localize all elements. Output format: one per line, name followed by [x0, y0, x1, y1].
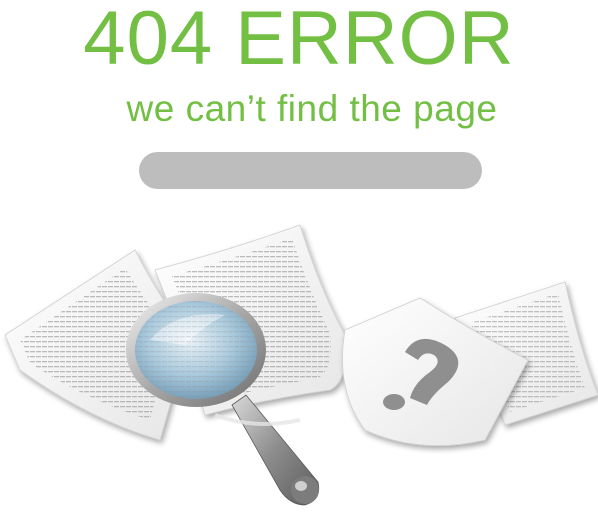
error-subtitle: we can’t find the page	[126, 88, 498, 129]
error-title: 404 ERROR	[83, 0, 515, 81]
search-input[interactable]	[139, 152, 482, 189]
illustration	[4, 224, 598, 506]
